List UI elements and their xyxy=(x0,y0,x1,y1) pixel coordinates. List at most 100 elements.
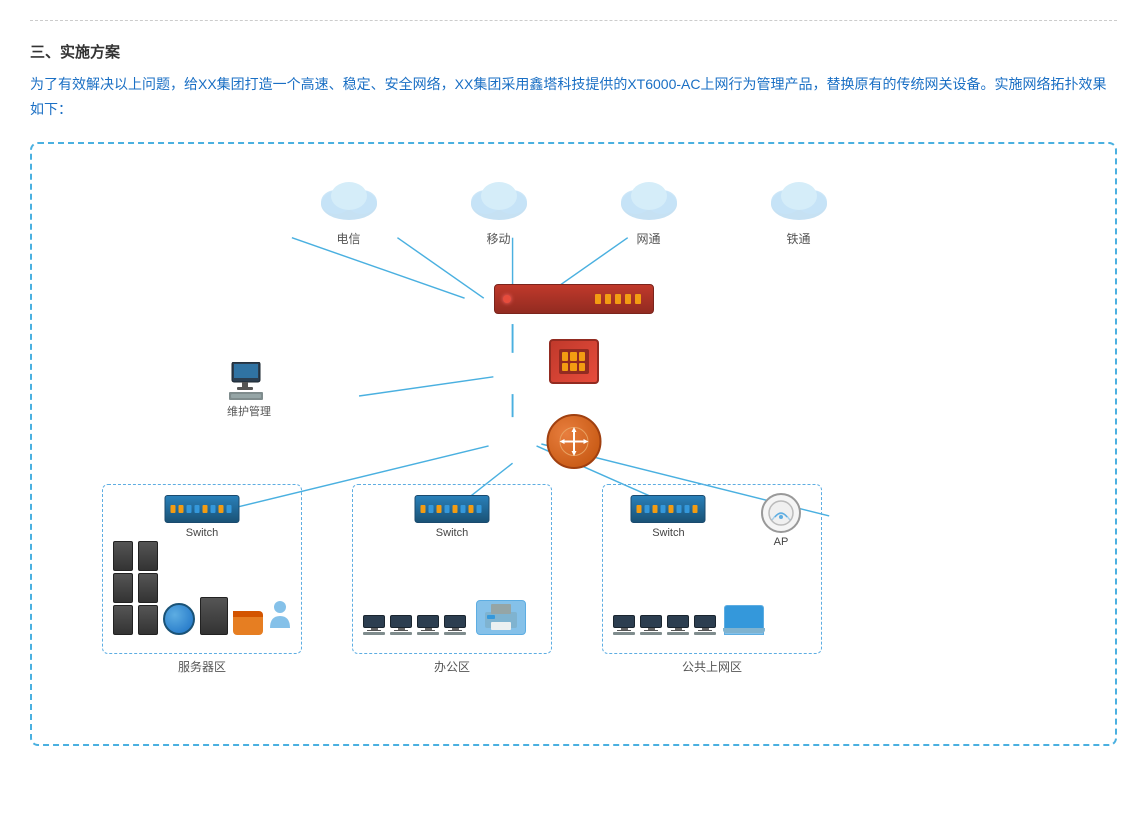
zone-servers-label: 服务器区 xyxy=(178,658,226,675)
switch-port-4 xyxy=(195,505,200,513)
switch-port-6 xyxy=(211,505,216,513)
switch-servers-label: Switch xyxy=(186,527,218,539)
pub-pc-3 xyxy=(667,615,689,635)
dot-6 xyxy=(579,363,586,372)
maintenance-label: 维护管理 xyxy=(227,403,271,419)
zone-public-label: 公共上网区 xyxy=(682,658,742,675)
office-port-6 xyxy=(461,505,466,513)
office-port-8 xyxy=(477,505,482,513)
zone-office-label: 办公区 xyxy=(434,658,470,675)
laptop-icon xyxy=(724,605,764,635)
zone-servers: Switch xyxy=(102,484,302,654)
switch-servers-box xyxy=(165,495,240,523)
pub-port-5 xyxy=(669,505,674,513)
office-port-7 xyxy=(469,505,474,513)
isp-railcom-label: 铁通 xyxy=(786,230,810,247)
router-hub xyxy=(546,414,601,469)
office-port-1 xyxy=(421,505,426,513)
zone-public: Switch AP xyxy=(602,484,822,654)
firewall-box xyxy=(494,284,654,314)
pub-pc-1 xyxy=(613,615,635,635)
globe-icon xyxy=(163,603,195,635)
rack-group-1 xyxy=(113,541,133,635)
zone-office: Switch xyxy=(352,484,552,654)
switch-port-5 xyxy=(203,505,208,513)
dot-5 xyxy=(570,363,577,372)
office-port-4 xyxy=(445,505,450,513)
isp-mobile: 移动 xyxy=(464,174,534,247)
server-rack-6 xyxy=(138,605,158,635)
server-rack-7 xyxy=(200,597,228,635)
isp-row: 电信 移动 网通 xyxy=(52,174,1095,247)
description: 为了有效解决以上问题，给XX集团打造一个高速、稳定、安全网络，XX集团采用鑫塔科… xyxy=(30,72,1117,122)
dot-3 xyxy=(579,352,586,361)
pub-port-8 xyxy=(693,505,698,513)
switch-office-box xyxy=(415,495,490,523)
switch-port-2 xyxy=(179,505,184,513)
top-divider xyxy=(30,20,1117,21)
isp-unicom-label: 网通 xyxy=(636,230,660,247)
core-switch-box xyxy=(549,339,599,384)
isp-unicom: 网通 xyxy=(614,174,684,247)
office-port-5 xyxy=(453,505,458,513)
isp-telecom: 电信 xyxy=(314,174,384,247)
printer-icon xyxy=(476,600,526,635)
office-port-2 xyxy=(429,505,434,513)
maintenance-pc: 维护管理 xyxy=(227,362,271,419)
ap-label: AP xyxy=(774,536,789,548)
server-racks xyxy=(113,541,292,635)
pc-2 xyxy=(390,615,412,635)
network-diagram: 电信 移动 网通 xyxy=(30,142,1117,746)
ap-device: AP xyxy=(761,493,801,548)
pub-port-1 xyxy=(637,505,642,513)
switch-port-7 xyxy=(219,505,224,513)
firewall-port-2 xyxy=(605,294,611,304)
folder-icon xyxy=(233,611,263,635)
pub-port-6 xyxy=(677,505,682,513)
dot-1 xyxy=(562,352,569,361)
ap-circle xyxy=(761,493,801,533)
firewall-port-4 xyxy=(625,294,631,304)
pub-port-7 xyxy=(685,505,690,513)
switch-public-label: Switch xyxy=(652,527,684,539)
firewall-port-1 xyxy=(595,294,601,304)
isp-railcom: 铁通 xyxy=(764,174,834,247)
server-rack-3 xyxy=(113,605,133,635)
firewall-port-3 xyxy=(615,294,621,304)
router-circle xyxy=(546,414,601,469)
pub-pc-2 xyxy=(640,615,662,635)
pub-port-3 xyxy=(653,505,658,513)
public-computers xyxy=(613,605,764,635)
core-switch xyxy=(549,339,599,384)
switch-servers: Switch xyxy=(165,495,240,539)
server-rack-4 xyxy=(138,541,158,571)
isp-telecom-label: 电信 xyxy=(336,230,360,247)
switch-public-box xyxy=(631,495,706,523)
pub-port-2 xyxy=(645,505,650,513)
pub-port-4 xyxy=(661,505,666,513)
section-title: 三、实施方案 xyxy=(30,41,1117,62)
office-computers xyxy=(363,600,526,635)
isp-mobile-label: 移动 xyxy=(486,230,510,247)
pc-4 xyxy=(444,615,466,635)
switch-port-8 xyxy=(227,505,232,513)
firewall-device xyxy=(494,284,654,314)
dot-4 xyxy=(562,363,569,372)
server-rack-5 xyxy=(138,573,158,603)
office-port-3 xyxy=(437,505,442,513)
pc-1 xyxy=(363,615,385,635)
switch-port-1 xyxy=(171,505,176,513)
switch-public: Switch xyxy=(631,495,706,539)
pub-pc-4 xyxy=(694,615,716,635)
person-icon xyxy=(268,600,292,635)
dot-2 xyxy=(570,352,577,361)
rack-group-2 xyxy=(138,541,158,635)
switch-office-label: Switch xyxy=(436,527,468,539)
switch-port-3 xyxy=(187,505,192,513)
core-switch-inner xyxy=(559,349,589,374)
server-rack-2 xyxy=(113,573,133,603)
pc-3 xyxy=(417,615,439,635)
switch-office: Switch xyxy=(415,495,490,539)
server-rack-1 xyxy=(113,541,133,571)
firewall-port-5 xyxy=(635,294,641,304)
